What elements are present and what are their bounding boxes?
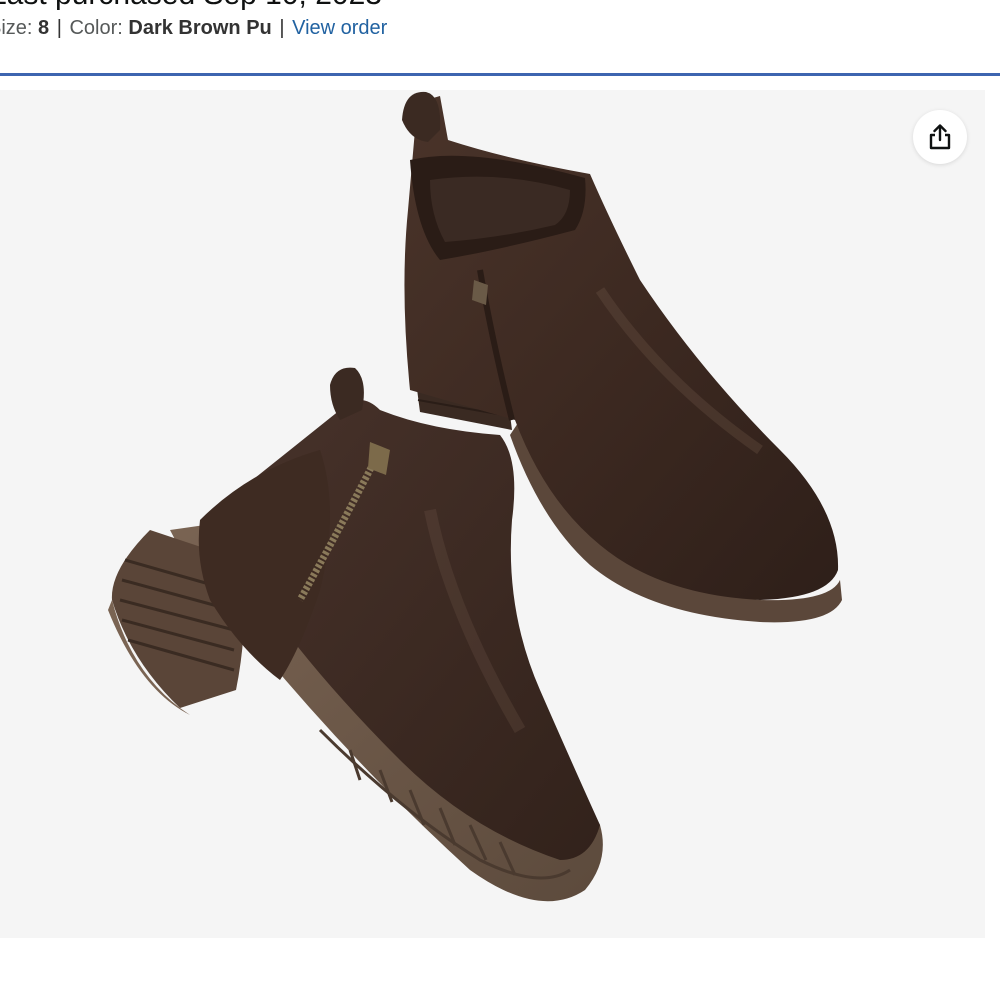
meta-separator: | — [279, 17, 285, 39]
boots-illustration — [108, 91, 842, 902]
section-divider — [0, 73, 1000, 76]
size-label: Size: — [0, 17, 33, 39]
size-value: 8 — [38, 17, 50, 39]
share-icon — [929, 124, 951, 150]
product-image[interactable] — [0, 90, 985, 938]
view-order-link[interactable]: View order — [292, 17, 387, 39]
order-meta-row: Size: 8 | Color: Dark Brown Pu | View or… — [0, 14, 387, 42]
color-value: Dark Brown Pu — [128, 17, 272, 39]
share-button[interactable] — [913, 110, 967, 164]
last-purchased-heading: Last purchased Sep 10, 2023 — [0, 0, 382, 10]
color-label: Color: — [69, 17, 123, 39]
meta-separator: | — [56, 17, 62, 39]
product-detail-page: Last purchased Sep 10, 2023 Size: 8 | Co… — [0, 0, 1000, 1000]
